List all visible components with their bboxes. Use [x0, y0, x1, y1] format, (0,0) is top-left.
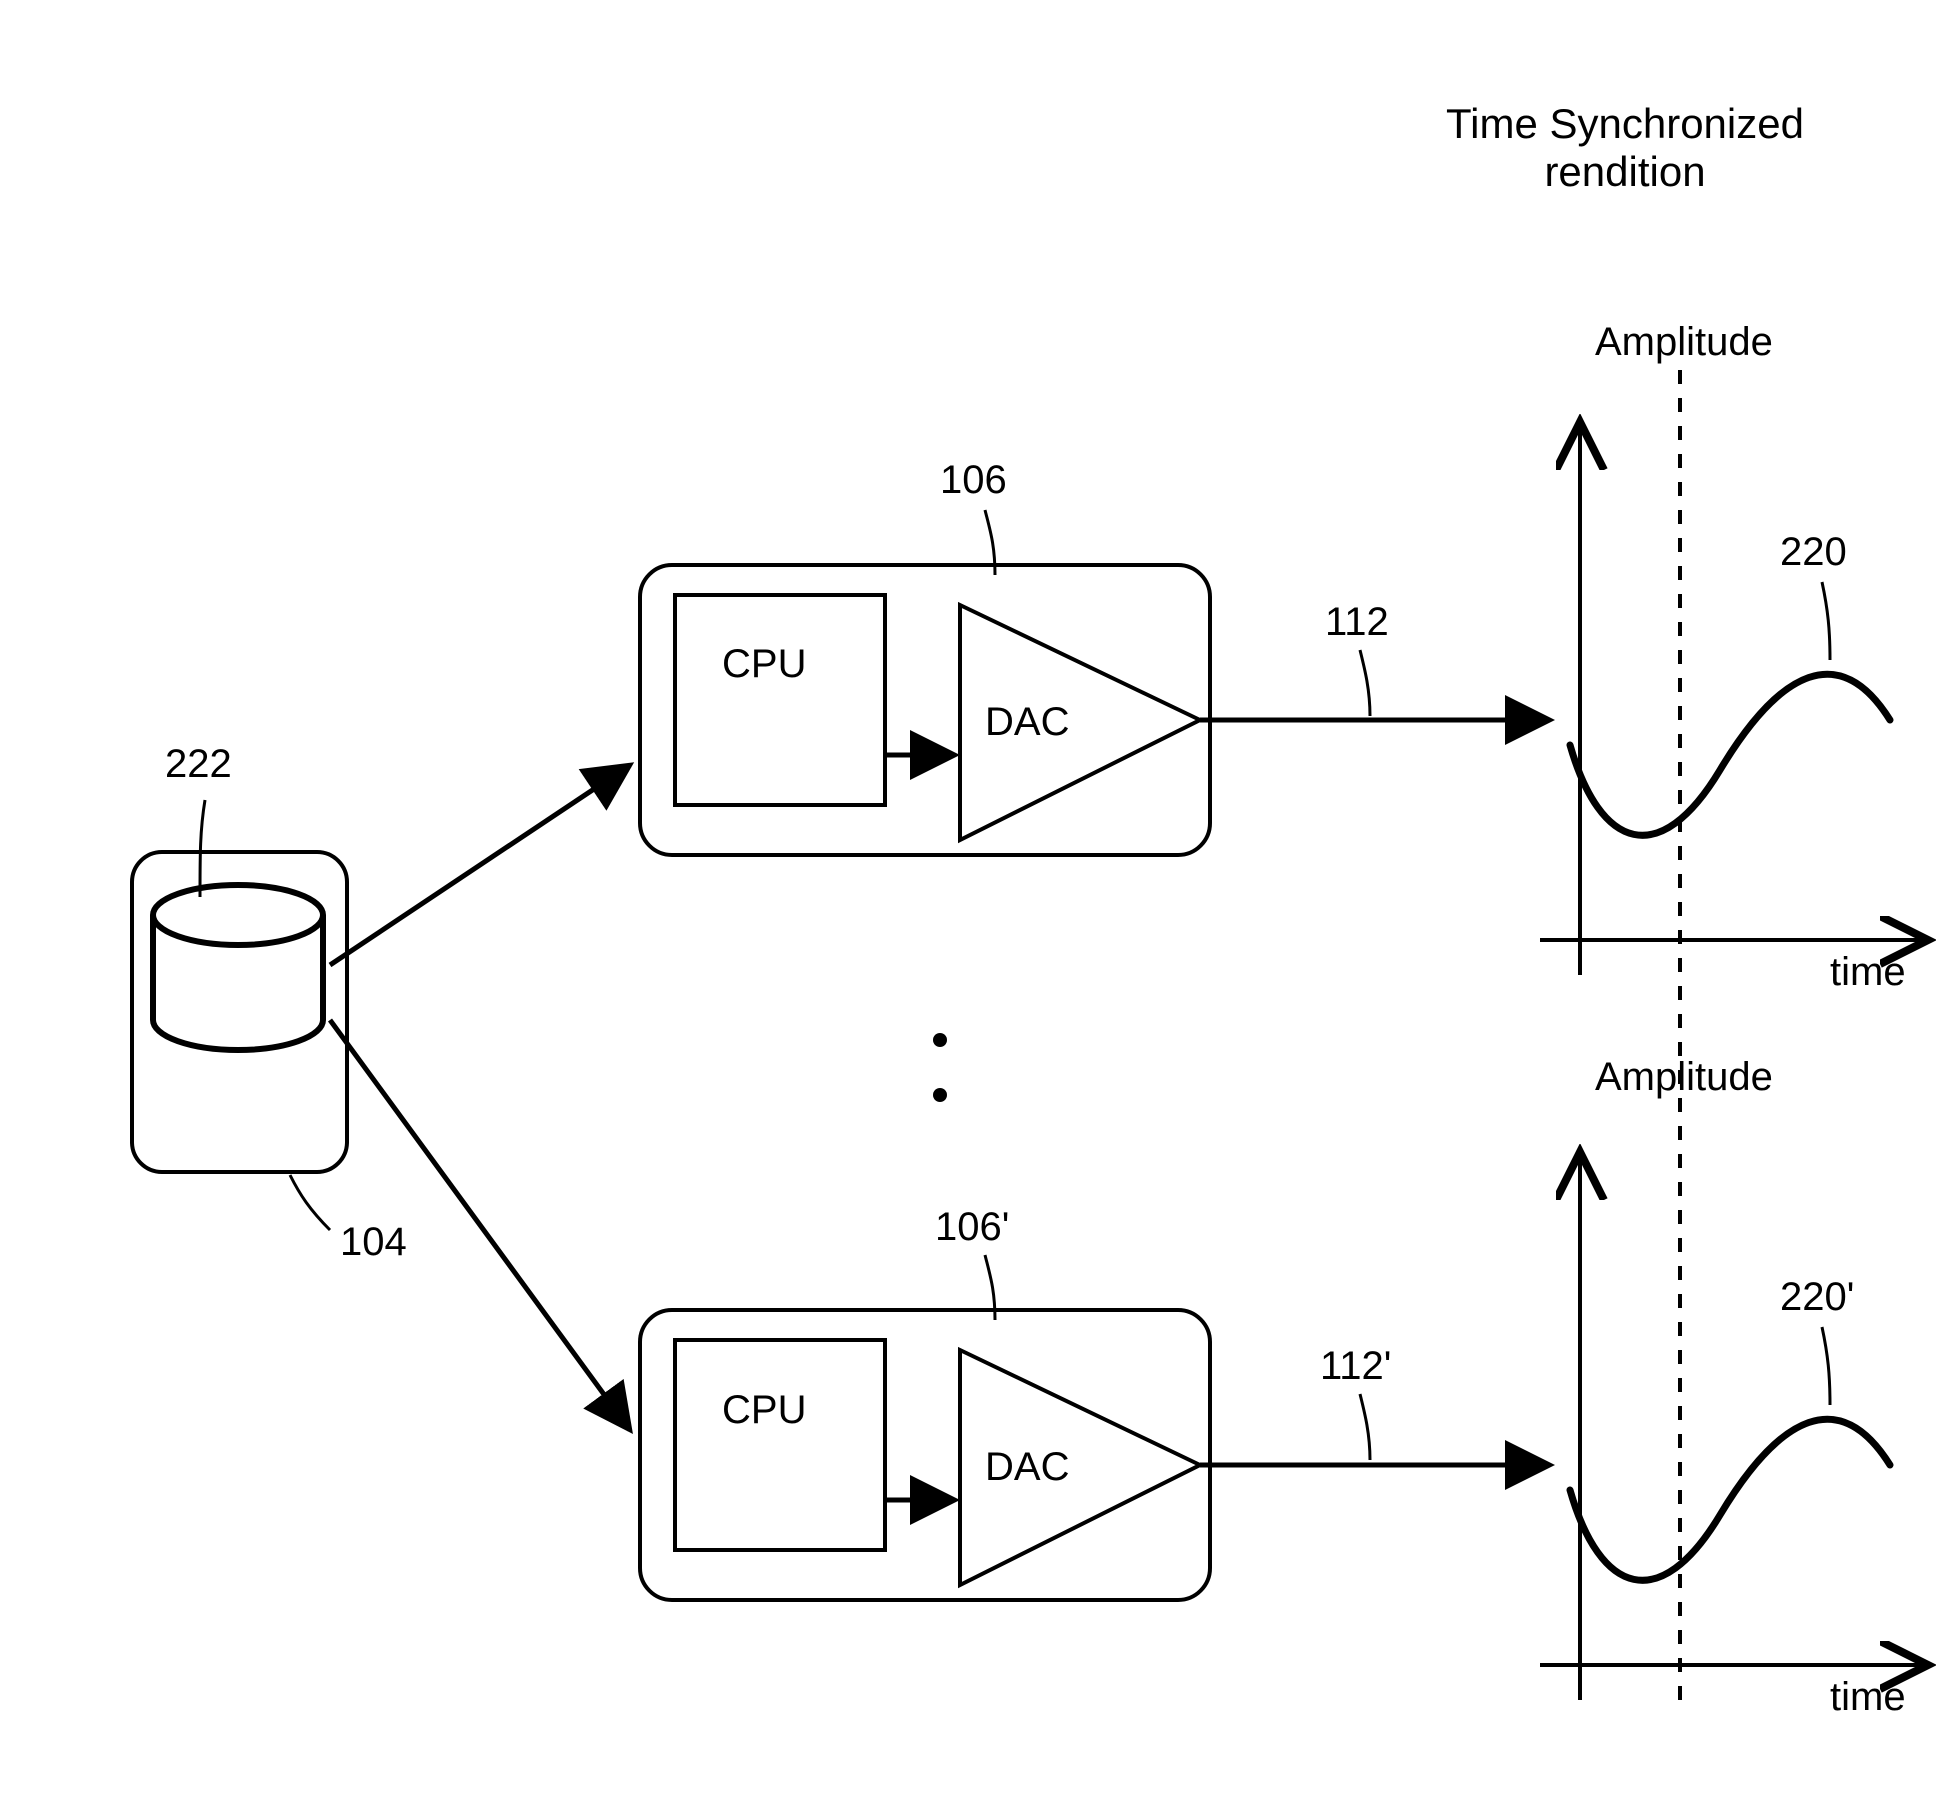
title-line2: rendition	[1415, 148, 1835, 196]
ref-out-bottom: 112'	[1320, 1344, 1391, 1389]
waveform-top	[1570, 674, 1890, 835]
time-label-top: time	[1830, 950, 1906, 995]
title-line1: Time Synchronized	[1415, 100, 1835, 148]
dac-label-bottom: DAC	[985, 1445, 1069, 1490]
amplitude-label-bottom: Amplitude	[1595, 1055, 1773, 1100]
cpu-label-bottom: CPU	[722, 1388, 806, 1433]
ref-container: 104	[340, 1220, 407, 1265]
amplitude-label-top: Amplitude	[1595, 320, 1773, 365]
ref-cylinder: 222	[165, 742, 232, 787]
cpu-label-top: CPU	[722, 642, 806, 687]
ref-wave-bottom: 220'	[1780, 1275, 1854, 1320]
graph-top	[1540, 430, 1920, 975]
arrow-source-to-top	[330, 765, 630, 965]
ref-node-bottom: 106'	[935, 1205, 1009, 1250]
ref-wave-top: 220	[1780, 530, 1847, 575]
cpu-block-bottom	[675, 1340, 885, 1550]
time-label-bottom: time	[1830, 1675, 1906, 1720]
diagram-svg	[0, 0, 1954, 1807]
dac-label-top: DAC	[985, 700, 1069, 745]
waveform-bottom	[1570, 1419, 1890, 1580]
ellipsis-dot	[933, 1088, 947, 1102]
source-container	[132, 800, 347, 1230]
ref-out-top: 112	[1325, 600, 1389, 645]
diagram-title: Time Synchronized rendition	[1415, 100, 1835, 196]
ellipsis-dot	[933, 1033, 947, 1047]
ref-node-top: 106	[940, 458, 1007, 503]
cylinder-icon	[153, 885, 323, 1050]
diagram-canvas: Time Synchronized rendition 222 104 CPU …	[0, 0, 1954, 1807]
cpu-block-top	[675, 595, 885, 805]
graph-bottom	[1540, 1160, 1920, 1700]
